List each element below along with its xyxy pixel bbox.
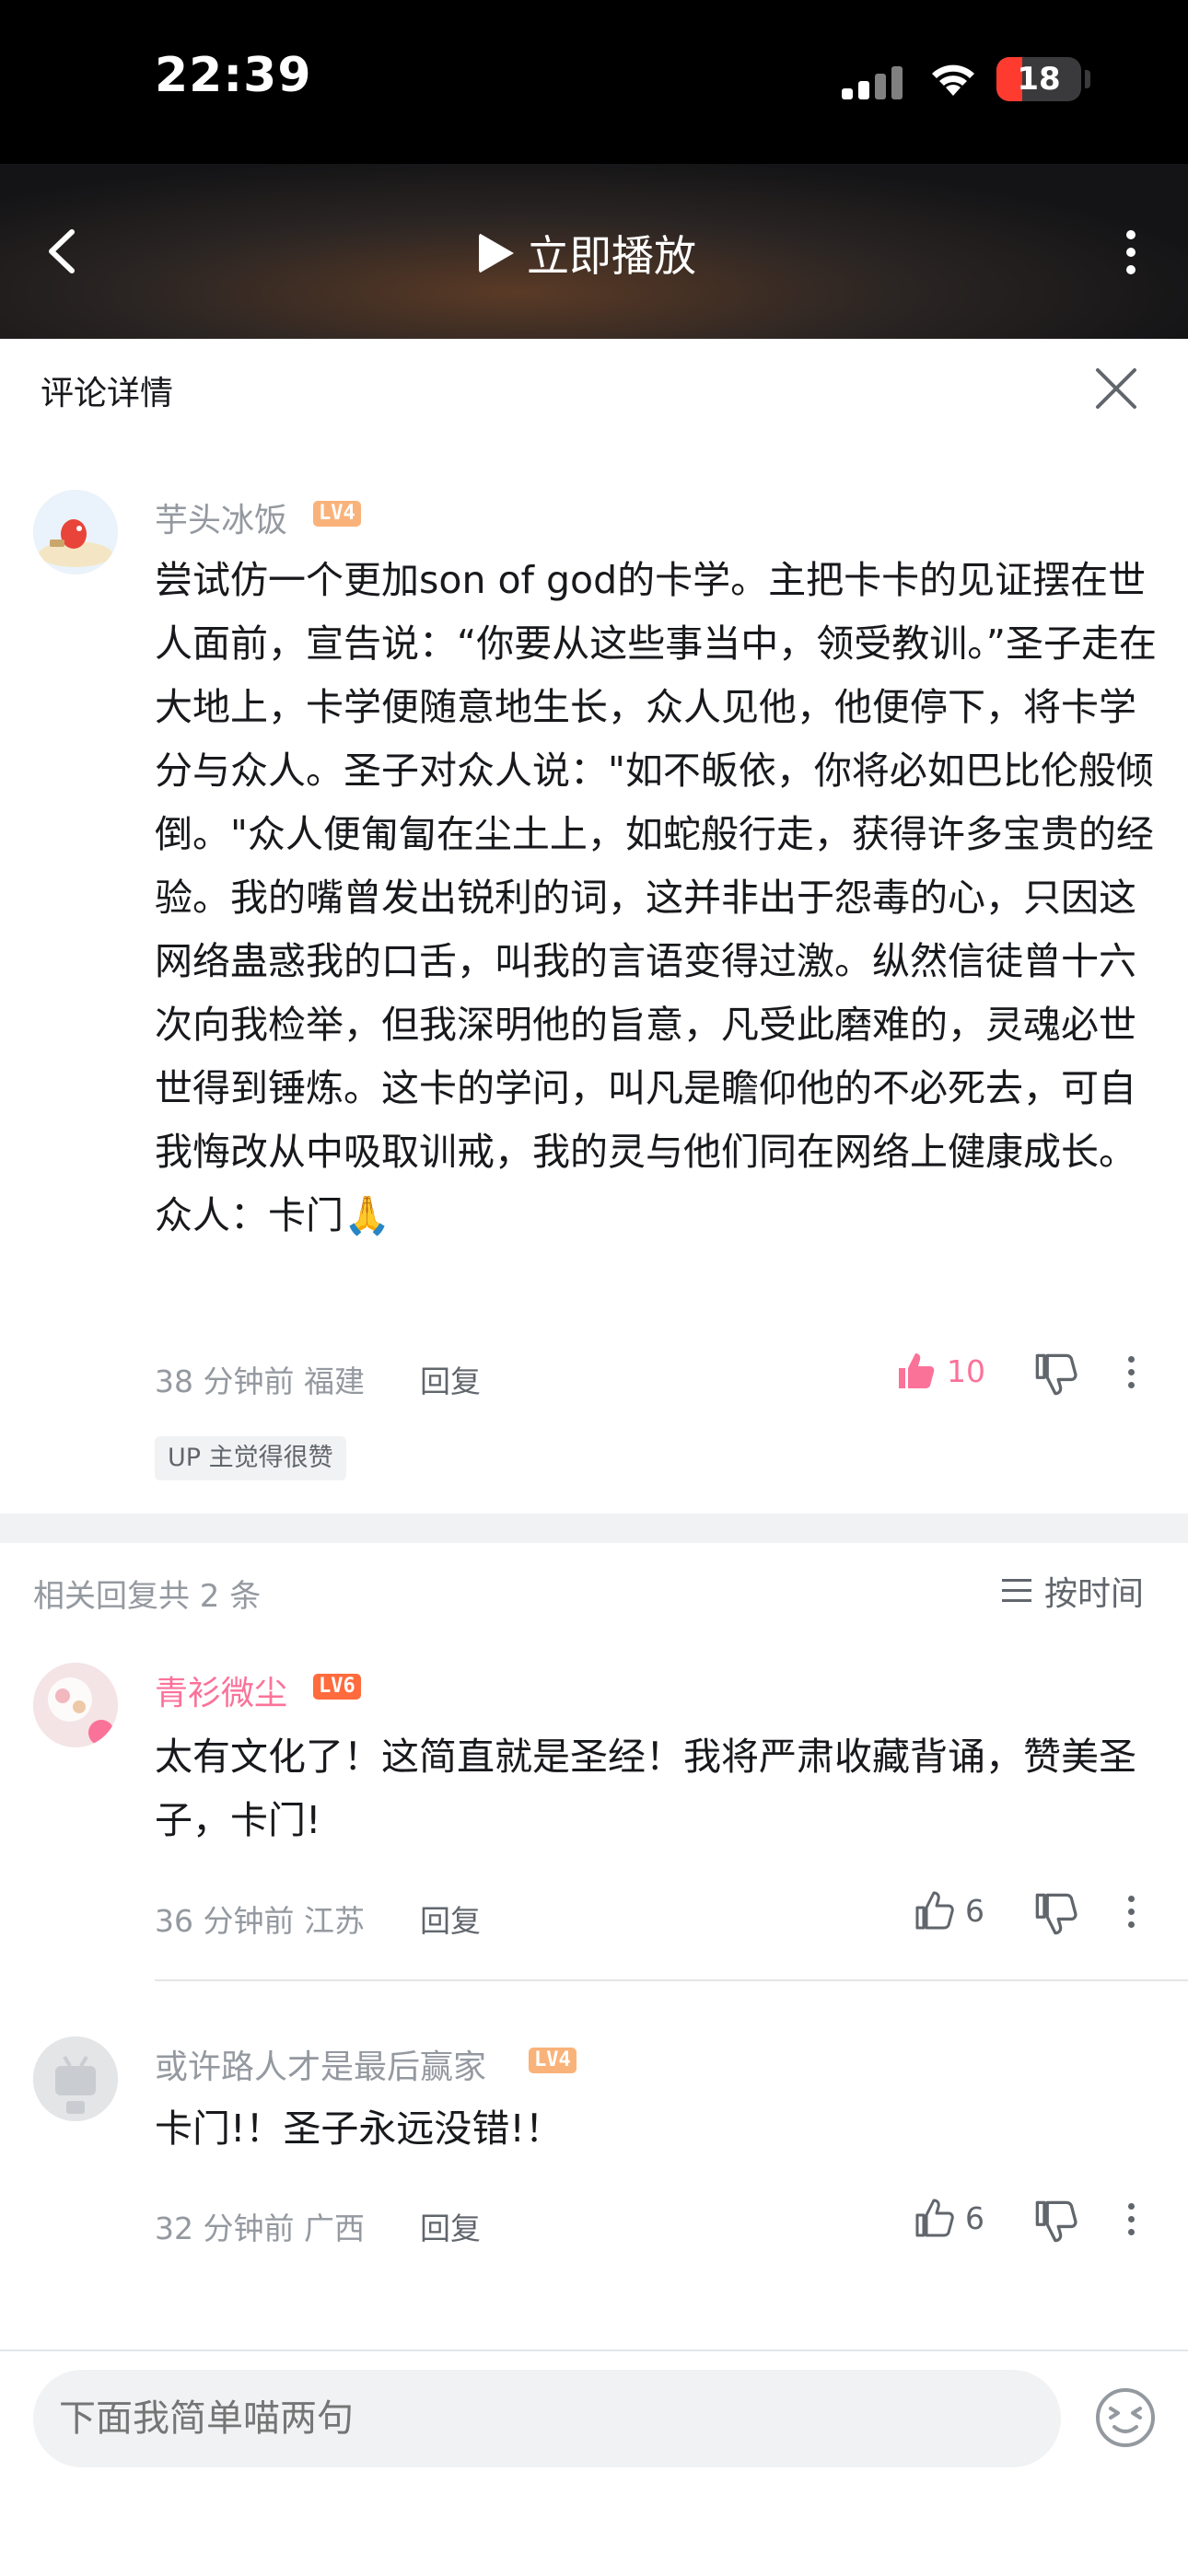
- reply-button[interactable]: 回复: [420, 1357, 481, 1401]
- thumb-up-icon: [915, 2199, 954, 2237]
- reply-text: 太有文化了！这简直就是圣经！我将严肃收藏背诵，赞美圣子，卡门!: [155, 1735, 1136, 1842]
- comment-text: 尝试仿一个更加son of god的卡学。主把卡卡的见证摆在世人面前，宣告说：“…: [155, 558, 1157, 1237]
- level-badge: LV6: [313, 1674, 361, 1700]
- reply-divider: [155, 1979, 1188, 1981]
- close-icon[interactable]: [1092, 365, 1140, 412]
- more-options-icon[interactable]: [1122, 1891, 1140, 1937]
- battery-indicator: 18: [996, 57, 1081, 101]
- play-now-button[interactable]: 立即播放: [479, 221, 696, 285]
- comment-time-text: 38 分钟前: [155, 1363, 295, 1399]
- status-bar: 22:39 18: [0, 0, 1188, 164]
- more-options-icon[interactable]: [1122, 1352, 1140, 1398]
- more-icon[interactable]: [1112, 225, 1149, 289]
- username[interactable]: 青衫微尘: [155, 1666, 287, 1714]
- emoji-icon[interactable]: [1094, 2386, 1157, 2449]
- reply-time: 32 分钟前 广西: [155, 2204, 365, 2248]
- like-count: 6: [965, 1892, 984, 1929]
- back-icon[interactable]: [37, 219, 92, 284]
- avatar[interactable]: [33, 2036, 118, 2121]
- reply-button[interactable]: 回复: [420, 1897, 481, 1941]
- username[interactable]: 或许路人才是最后赢家: [155, 2040, 486, 2088]
- level-badge: LV4: [529, 2048, 577, 2073]
- reply-time: 36 分钟前 江苏: [155, 1897, 365, 1941]
- play-icon: [479, 233, 514, 273]
- section-divider: [0, 1514, 1188, 1543]
- play-now-label: 立即播放: [527, 231, 696, 281]
- level-badge: LV4: [313, 501, 361, 527]
- comment-input[interactable]: [33, 2370, 1061, 2467]
- like-count: 6: [965, 2199, 984, 2236]
- avatar[interactable]: [33, 490, 118, 574]
- comment-location: 福建: [303, 1363, 365, 1399]
- wifi-icon: [932, 64, 974, 96]
- sort-label: 按时间: [1044, 1575, 1145, 1613]
- reply-button[interactable]: 回复: [420, 2204, 481, 2248]
- like-button[interactable]: 6: [914, 2197, 984, 2239]
- thumb-down-icon[interactable]: [1033, 2199, 1079, 2245]
- reply-time-text: 32 分钟前: [155, 2210, 295, 2246]
- status-time: 22:39: [155, 48, 312, 103]
- like-count: 10: [947, 1352, 985, 1389]
- thumb-down-icon[interactable]: [1033, 1891, 1079, 1937]
- more-options-icon[interactable]: [1122, 2199, 1140, 2245]
- up-badge: UP 主觉得很赞: [155, 1436, 346, 1480]
- video-header: 立即播放: [0, 164, 1188, 339]
- reply-location: 江苏: [303, 1903, 365, 1939]
- battery-nub: [1085, 70, 1090, 88]
- thumb-up-icon: [915, 1891, 954, 1930]
- like-button[interactable]: 6: [914, 1889, 984, 1932]
- reply-time-text: 36 分钟前: [155, 1903, 295, 1939]
- related-replies-count: 相关回复共 2 条: [33, 1578, 262, 1615]
- reply-text: 卡门!！圣子永远没错!！: [155, 2106, 563, 2151]
- battery-level: 18: [1017, 61, 1061, 98]
- comment-time: 38 分钟前 福建: [155, 1357, 365, 1401]
- thumb-up-icon: [899, 1353, 935, 1388]
- sort-icon: [1002, 1579, 1031, 1603]
- panel-title: 评论详情: [41, 375, 174, 412]
- signal-icon: [842, 64, 906, 99]
- comment-input-bar: [0, 2350, 1188, 2576]
- reply-location: 广西: [303, 2210, 365, 2246]
- like-button[interactable]: 10: [895, 1350, 985, 1392]
- username[interactable]: 芋头冰饭: [155, 493, 287, 541]
- avatar[interactable]: [33, 1663, 118, 1747]
- sort-button[interactable]: 按时间: [1002, 1567, 1144, 1615]
- thumb-down-icon[interactable]: [1033, 1352, 1079, 1398]
